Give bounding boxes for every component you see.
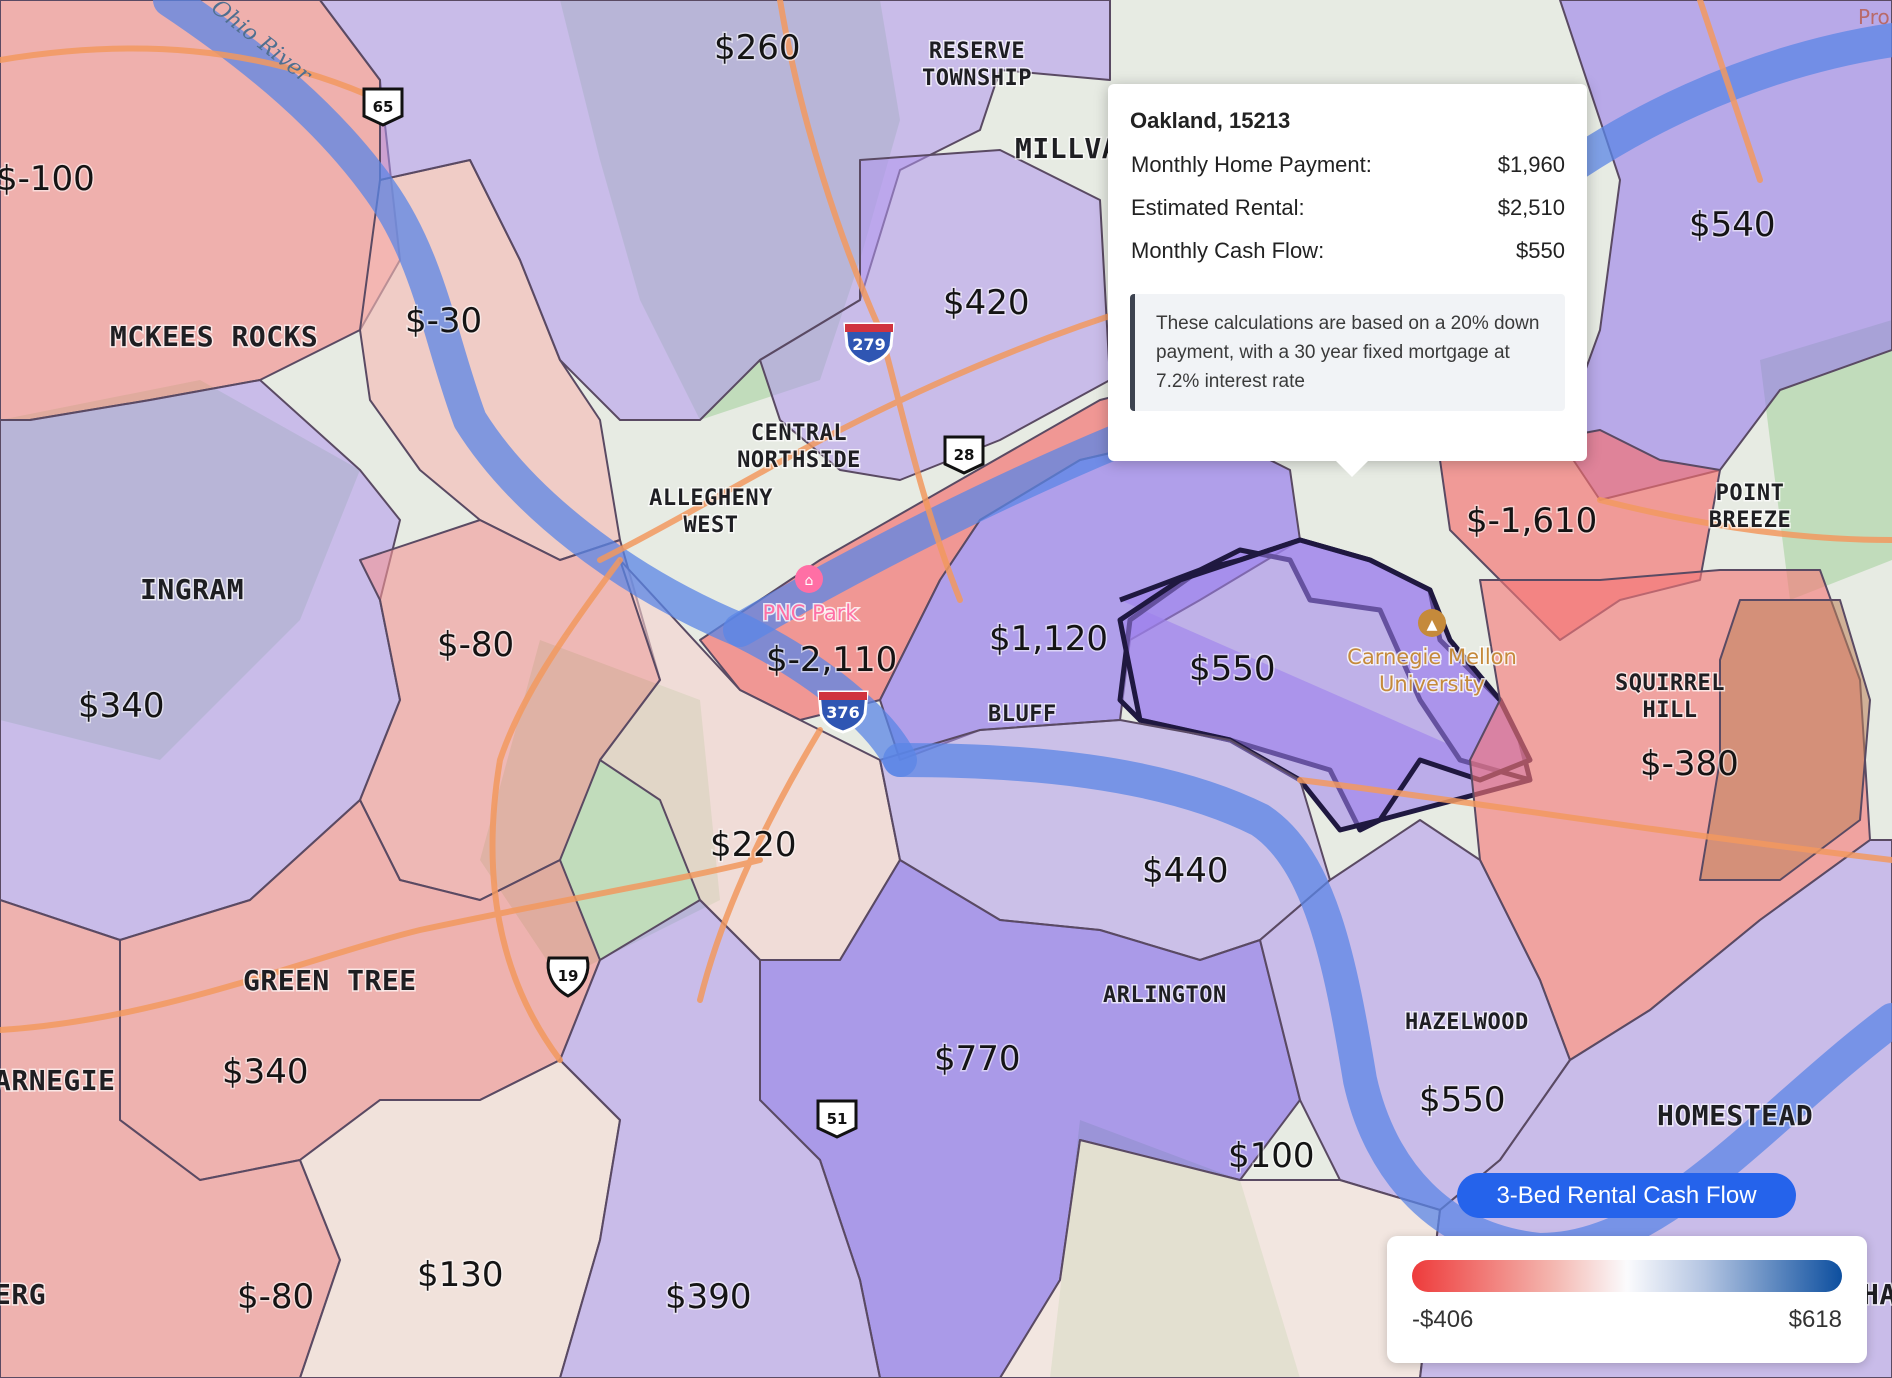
- legend-color-scale: [1412, 1260, 1842, 1292]
- popup-row-value: $2,510: [1497, 195, 1565, 220]
- popup-row-value: $1,960: [1497, 152, 1565, 177]
- value-label: $420: [943, 283, 1030, 323]
- popup-row-cash-flow: Monthly Cash Flow: $550: [1131, 238, 1565, 264]
- value-label: $550: [1419, 1080, 1506, 1120]
- legend-title-button[interactable]: 3-Bed Rental Cash Flow: [1457, 1173, 1796, 1218]
- value-label: $1,120: [989, 619, 1108, 659]
- region-popup: Oakland, 15213 Monthly Home Payment: $1,…: [1108, 84, 1587, 477]
- place-label-carnegie: ARNEGIE: [0, 1064, 116, 1097]
- value-label: $130: [417, 1255, 504, 1295]
- place-label-hazelwood: HAZELWOOD: [1405, 1010, 1529, 1035]
- value-label: $100: [1228, 1136, 1315, 1176]
- stadium-icon-glyph: ⌂: [805, 573, 814, 589]
- value-label: $550: [1189, 649, 1276, 689]
- popup-row-label: Estimated Rental:: [1131, 195, 1305, 220]
- svg-text:19: 19: [558, 967, 579, 985]
- value-label: $-380: [1640, 744, 1739, 784]
- legend-max-label: $618: [1788, 1306, 1842, 1333]
- value-label: $390: [665, 1277, 752, 1317]
- legend-min-label: -$406: [1412, 1306, 1474, 1333]
- popup-row-label: Monthly Home Payment:: [1131, 152, 1372, 177]
- mortarboard-icon: ▲: [1427, 617, 1438, 633]
- place-label-millvale: MILLVA: [1015, 132, 1119, 165]
- popup-title: Oakland, 15213: [1130, 108, 1291, 133]
- place-label-ingram: INGRAM: [140, 573, 244, 606]
- svg-text:279: 279: [852, 335, 885, 354]
- place-label-homestead: HOMESTEAD: [1657, 1099, 1813, 1132]
- svg-text:65: 65: [373, 98, 394, 116]
- state-route-shield-icon: 65: [362, 87, 404, 127]
- value-label: $-2,110: [766, 640, 897, 680]
- legend: -$406 $618: [1387, 1236, 1867, 1363]
- popup-row-home-payment: Monthly Home Payment: $1,960: [1131, 152, 1565, 178]
- svg-text:51: 51: [827, 1110, 848, 1128]
- value-label: $340: [222, 1052, 309, 1092]
- legend-ticks: -$406 $618: [1412, 1306, 1842, 1334]
- top-right-text: Pro: [1858, 5, 1890, 29]
- place-label-bluff: BLUFF: [988, 702, 1057, 727]
- value-label: $-80: [437, 625, 514, 665]
- svg-text:376: 376: [826, 703, 859, 722]
- value-label: $540: [1689, 205, 1776, 245]
- value-label: $220: [710, 825, 797, 865]
- value-label: $260: [714, 28, 801, 68]
- value-label: $-30: [405, 301, 482, 341]
- poi-label: PNC Park: [762, 601, 858, 625]
- svg-text:28: 28: [954, 446, 975, 464]
- popup-row-estimated-rental: Estimated Rental: $2,510: [1131, 195, 1565, 221]
- popup-note: These calculations are based on a 20% do…: [1130, 294, 1565, 411]
- value-label: $-1,610: [1466, 501, 1597, 541]
- value-label: $440: [1142, 851, 1229, 891]
- popup-row-value: $550: [1516, 238, 1565, 263]
- value-label: $770: [934, 1039, 1021, 1079]
- place-label-arlington: ARLINGTON: [1103, 983, 1227, 1008]
- place-label-berg: ERG: [0, 1278, 46, 1311]
- value-label: $340: [78, 686, 165, 726]
- state-route-shield-icon: 51: [816, 1099, 858, 1139]
- value-label: $-80: [237, 1277, 314, 1317]
- state-route-shield-icon: 28: [943, 435, 985, 475]
- cash-flow-map[interactable]: $-100 $-30 $260 $420 $540 $-2,110 $1,120…: [0, 0, 1892, 1378]
- popup-row-label: Monthly Cash Flow:: [1131, 238, 1325, 263]
- place-label-mckees-rocks: MCKEES ROCKS: [110, 320, 318, 353]
- value-label: $-100: [0, 159, 95, 199]
- place-label-green-tree: GREEN TREE: [243, 964, 417, 997]
